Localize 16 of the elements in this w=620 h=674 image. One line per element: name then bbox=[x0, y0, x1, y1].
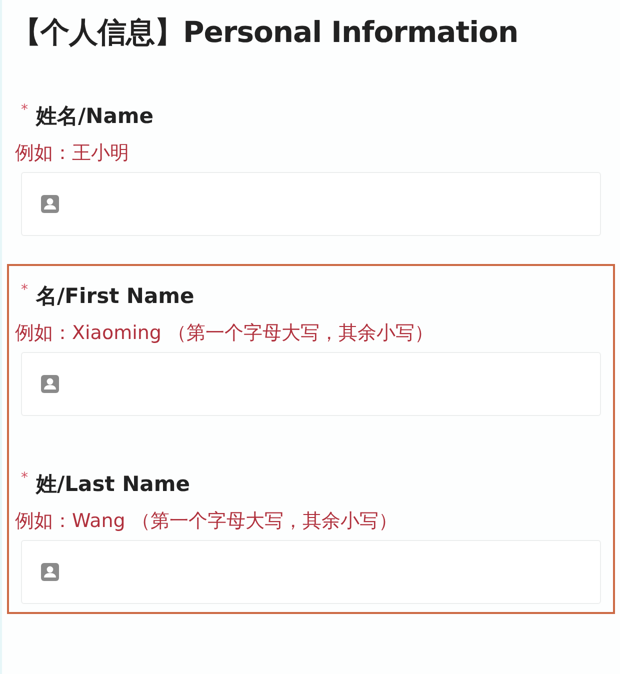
field-label: 名/First Name bbox=[36, 283, 194, 310]
field-label: 姓/Last Name bbox=[36, 471, 190, 498]
contact-card-icon bbox=[40, 374, 60, 394]
contact-card-icon bbox=[40, 194, 60, 214]
field-hint: 例如：Xiaoming （第一个字母大写，其余小写） bbox=[15, 321, 434, 346]
field-hint: 例如：王小明 bbox=[15, 141, 130, 166]
required-mark: * bbox=[21, 102, 28, 118]
section-title: 【个人信息】Personal Information bbox=[11, 14, 520, 51]
input-field[interactable] bbox=[21, 352, 601, 416]
contact-card-icon bbox=[40, 562, 60, 582]
input-field[interactable] bbox=[21, 540, 601, 604]
input-field[interactable] bbox=[21, 172, 601, 236]
field-label: 姓名/Name bbox=[36, 103, 154, 130]
field-hint: 例如：Wang （第一个字母大写，其余小写） bbox=[15, 509, 398, 534]
required-mark: * bbox=[21, 470, 28, 486]
required-mark: * bbox=[21, 282, 28, 298]
